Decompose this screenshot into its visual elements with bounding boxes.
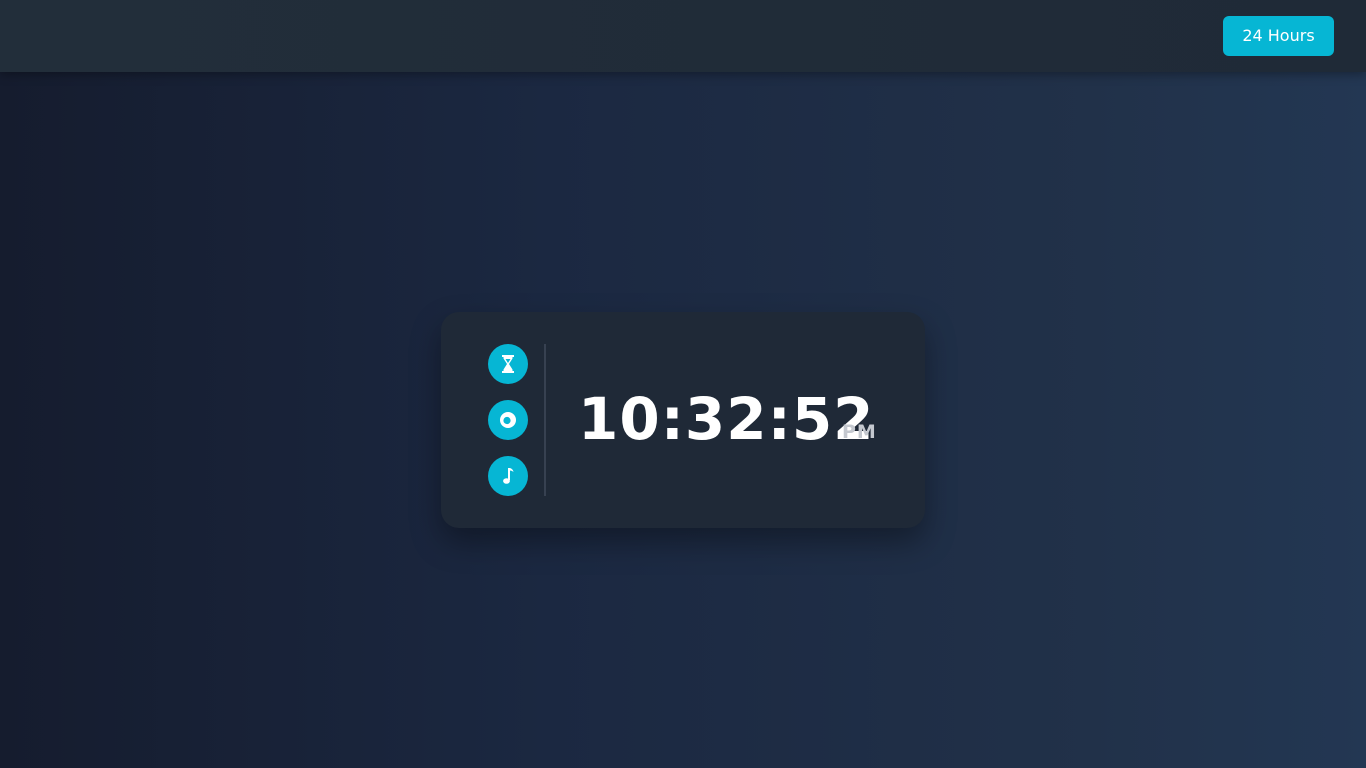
clock-time: 10:32:52: [578, 385, 875, 453]
clock-card: 10:32:52 PM: [441, 312, 925, 528]
timer-button[interactable]: [488, 344, 528, 384]
stopwatch-button[interactable]: [488, 400, 528, 440]
alarm-sound-button[interactable]: [488, 456, 528, 496]
vertical-divider: [544, 344, 546, 496]
music-note-icon: [503, 468, 514, 484]
24-hour-toggle-button[interactable]: 24 Hours: [1223, 16, 1334, 56]
top-bar: 24 Hours: [0, 0, 1366, 72]
hourglass-icon: [502, 355, 514, 373]
disc-icon: [500, 412, 516, 428]
clock-period: PM: [842, 421, 877, 443]
